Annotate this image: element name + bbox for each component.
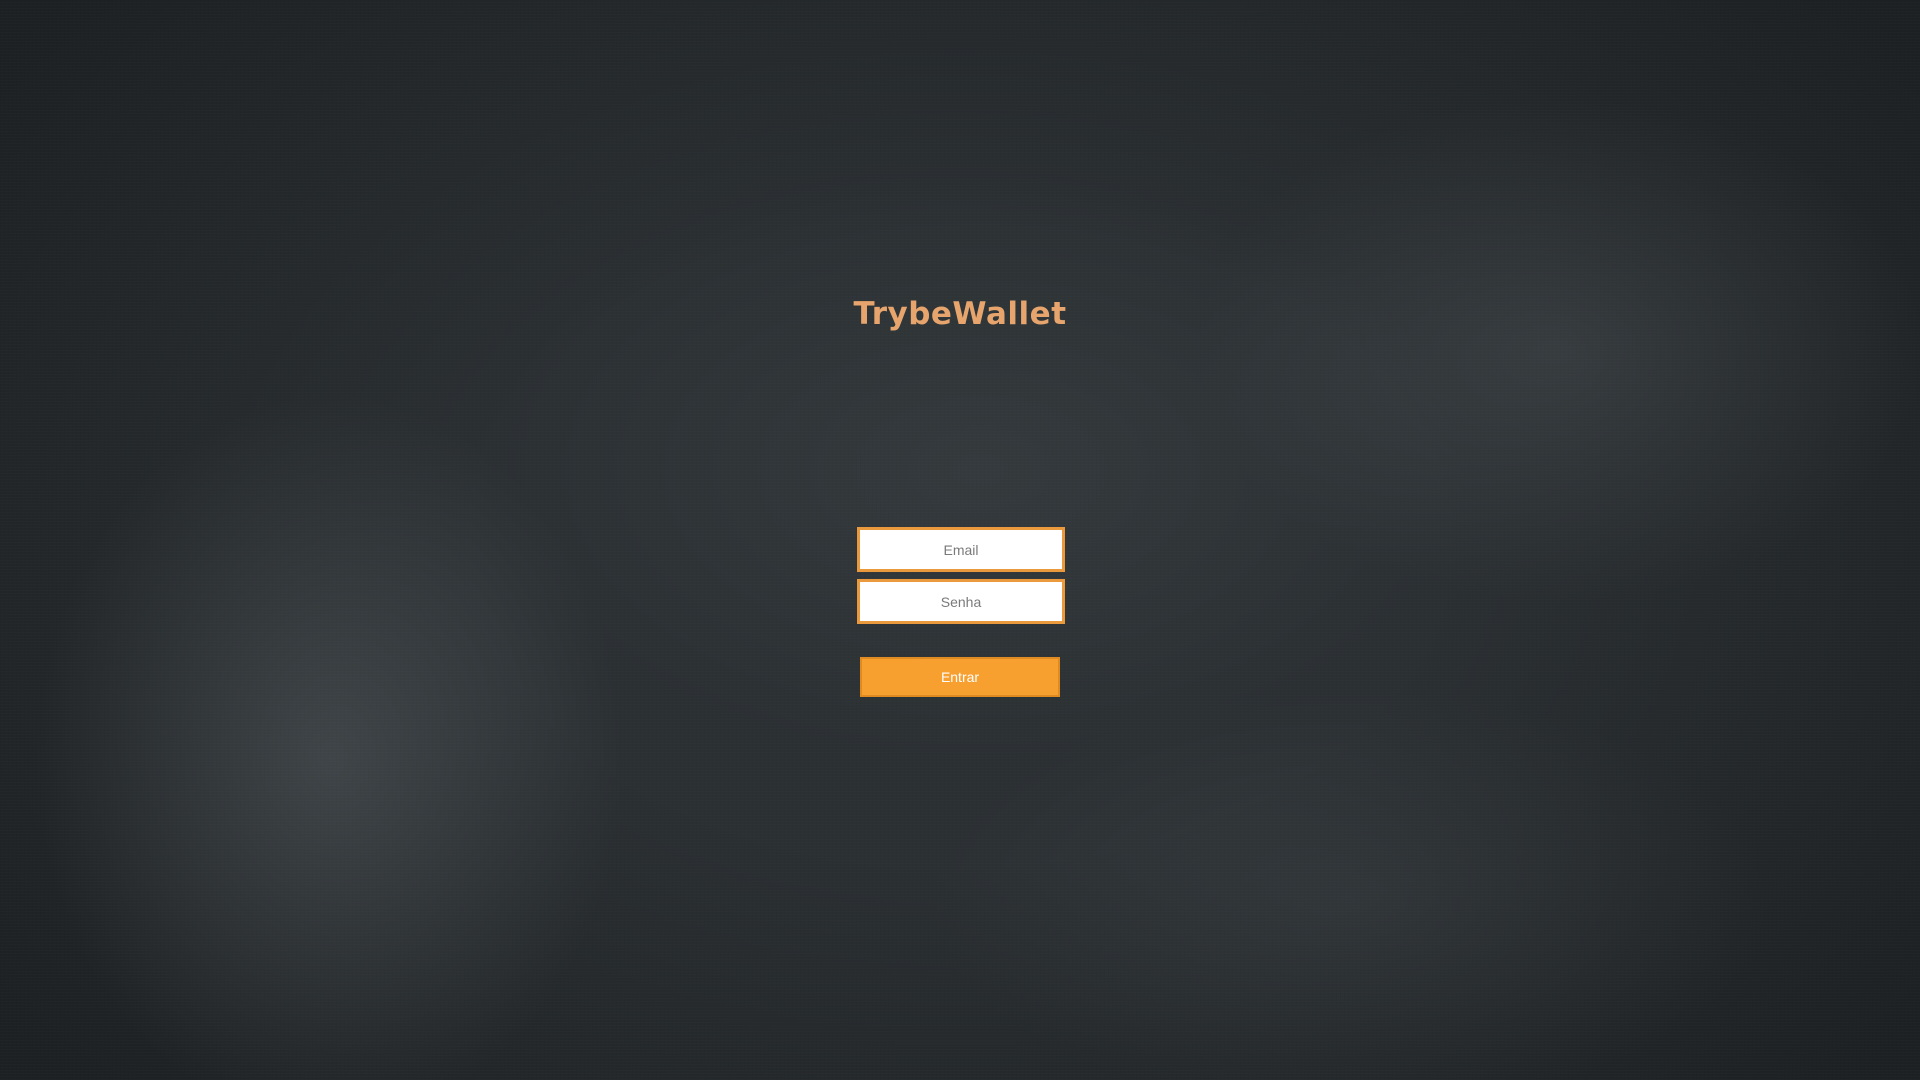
- login-form: Entrar: [857, 527, 1065, 697]
- email-field[interactable]: [857, 527, 1065, 572]
- app-title: TrybeWallet: [853, 296, 1067, 332]
- password-field[interactable]: [857, 579, 1065, 624]
- login-button[interactable]: Entrar: [860, 657, 1060, 697]
